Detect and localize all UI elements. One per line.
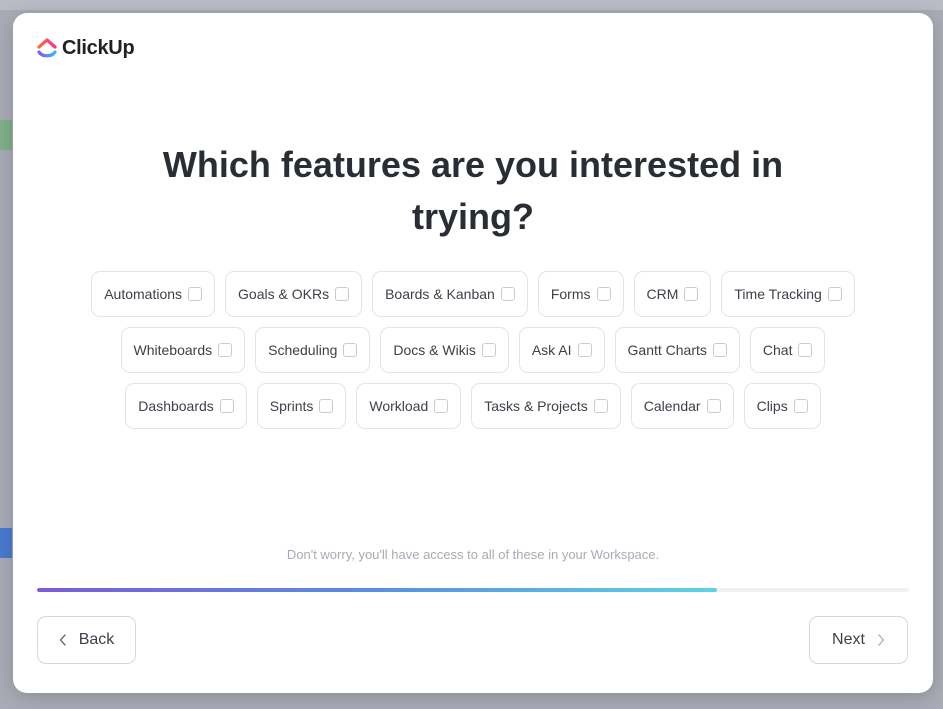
feature-chip-gantt-charts[interactable]: Gantt Charts [614, 327, 740, 373]
feature-options: Automations Goals & OKRs Boards & Kanban Fo… [53, 271, 893, 429]
feature-checkbox[interactable] [596, 287, 611, 301]
background-accent-blue [0, 528, 12, 558]
feature-checkbox[interactable] [684, 287, 699, 301]
back-button-label: Back [78, 631, 115, 648]
chevron-left-icon [59, 634, 66, 646]
feature-chip-chat[interactable]: Chat [749, 327, 826, 373]
feature-checkbox[interactable] [793, 399, 808, 413]
feature-chip-label: Sprints [269, 398, 314, 414]
feature-chip-label: Docs & Wikis [393, 342, 476, 358]
brand-name: ClickUp [62, 37, 135, 59]
feature-chip-ask-ai[interactable]: Ask AI [518, 327, 605, 373]
feature-chip-scheduling[interactable]: Scheduling [255, 327, 371, 373]
feature-checkbox[interactable] [319, 399, 334, 413]
feature-chip-label: Gantt Charts [627, 342, 707, 358]
clickup-logo-icon [37, 37, 57, 57]
feature-chip-docs-and-wikis[interactable]: Docs & Wikis [380, 327, 509, 373]
feature-checkbox[interactable] [500, 287, 515, 301]
feature-checkbox[interactable] [219, 399, 234, 413]
feature-chip-label: Tasks & Projects [484, 398, 588, 414]
back-button[interactable]: Back [37, 616, 136, 664]
feature-checkbox[interactable] [335, 287, 350, 301]
feature-checkbox[interactable] [706, 399, 721, 413]
feature-checkbox[interactable] [798, 343, 813, 357]
feature-chip-label: Automations [104, 286, 183, 302]
brand-logo: ClickUp [37, 37, 135, 60]
feature-checkbox[interactable] [434, 399, 449, 413]
feature-chip-crm[interactable]: CRM [633, 271, 712, 317]
feature-chip-automations[interactable]: Automations [91, 271, 216, 317]
feature-chip-whiteboards[interactable]: Whiteboards [120, 327, 246, 373]
feature-checkbox[interactable] [827, 287, 842, 301]
feature-chip-dashboards[interactable]: Dashboards [125, 383, 247, 429]
feature-chip-label: Calendar [643, 398, 701, 414]
feature-chip-label: Dashboards [138, 398, 214, 414]
feature-chip-label: Boards & Kanban [385, 286, 495, 302]
feature-chip-workload[interactable]: Workload [356, 383, 462, 429]
feature-chip-boards-and-kanban[interactable]: Boards & Kanban [372, 271, 528, 317]
progress-bar [37, 588, 909, 592]
feature-checkbox[interactable] [593, 399, 608, 413]
feature-chip-forms[interactable]: Forms [537, 271, 624, 317]
feature-row: Dashboards Sprints Workload Tasks & Project… [125, 383, 821, 429]
feature-chip-time-tracking[interactable]: Time Tracking [721, 271, 855, 317]
feature-row: Automations Goals & OKRs Boards & Kanban Fo… [91, 271, 855, 317]
feature-chip-label: Workload [369, 398, 429, 414]
page-title: Which features are you interested in try… [162, 144, 784, 237]
feature-chip-sprints[interactable]: Sprints [256, 383, 347, 429]
feature-chip-label: CRM [646, 286, 679, 302]
feature-checkbox[interactable] [481, 343, 496, 357]
feature-checkbox[interactable] [712, 343, 727, 357]
chevron-right-icon [878, 634, 885, 646]
feature-checkbox[interactable] [188, 287, 203, 301]
feature-row: Whiteboards Scheduling Docs & Wikis Ask AI G… [120, 327, 826, 373]
feature-chip-label: Clips [756, 398, 788, 414]
feature-chip-tasks-and-projects[interactable]: Tasks & Projects [471, 383, 621, 429]
feature-chip-label: Scheduling [268, 342, 338, 358]
feature-checkbox[interactable] [218, 343, 233, 357]
feature-checkbox[interactable] [577, 343, 592, 357]
feature-chip-label: Ask AI [531, 342, 572, 358]
background-banner [0, 0, 943, 10]
feature-chip-label: Forms [550, 286, 591, 302]
next-button[interactable]: Next [809, 616, 908, 664]
feature-chip-label: Whiteboards [133, 342, 213, 358]
background-accent [0, 120, 12, 150]
onboarding-modal: ClickUp Which features are you intereste… [13, 13, 933, 693]
feature-chip-goals-and-okrs[interactable]: Goals & OKRs [225, 271, 363, 317]
feature-chip-label: Time Tracking [734, 286, 822, 302]
helper-note: Don't worry, you'll have access to all o… [286, 547, 660, 562]
feature-chip-clips[interactable]: Clips [743, 383, 821, 429]
feature-chip-label: Goals & OKRs [238, 286, 330, 302]
feature-checkbox[interactable] [343, 343, 358, 357]
feature-chip-calendar[interactable]: Calendar [630, 383, 734, 429]
progress-fill [37, 588, 718, 592]
next-button-label: Next [832, 631, 865, 648]
feature-chip-label: Chat [762, 342, 793, 358]
